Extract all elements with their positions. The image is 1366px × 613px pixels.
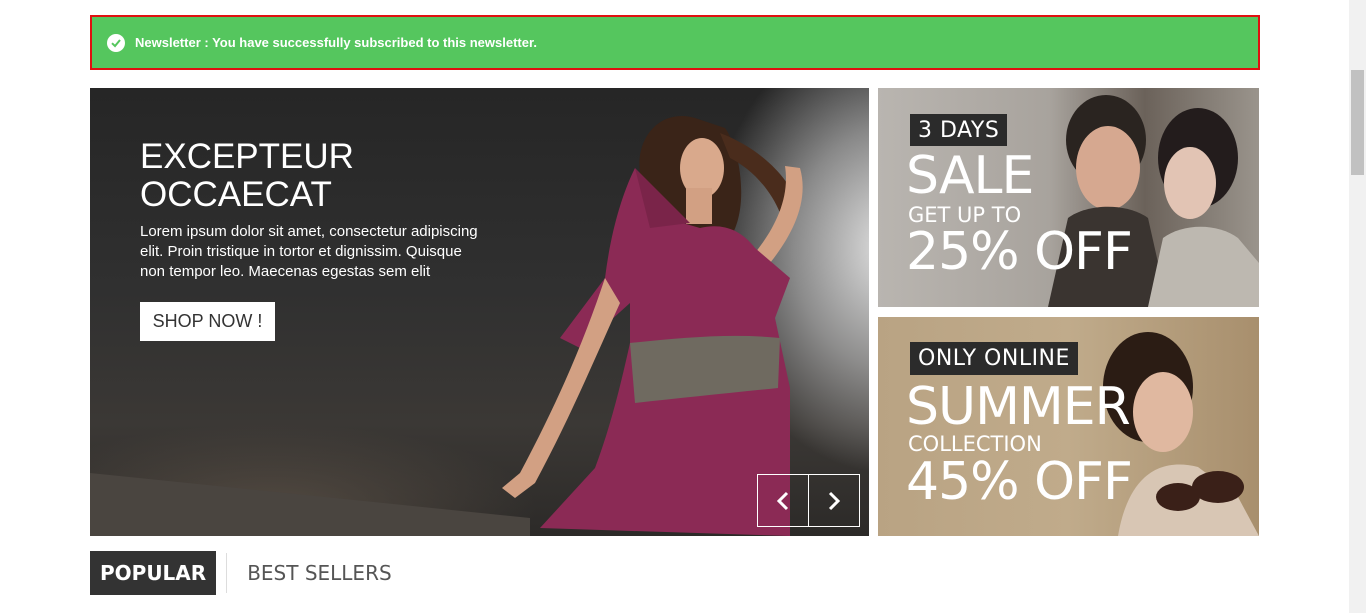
hero-slider[interactable]: EXCEPTEUR OCCAECAT Lorem ipsum dolor sit… <box>90 88 869 536</box>
sale-banner[interactable]: 3 DAYS SALE GET UP TO 25% OFF <box>878 88 1259 307</box>
chevron-left-icon <box>776 491 789 510</box>
shop-now-button[interactable]: SHOP NOW ! <box>140 302 275 341</box>
slide-description: Lorem ipsum dolor sit amet, consectetur … <box>140 223 478 280</box>
check-circle-icon <box>107 33 125 52</box>
sale-banner-offer: 25% OFF <box>906 222 1133 282</box>
slide-title: EXCEPTEUR OCCAECAT <box>140 137 354 214</box>
summer-banner-offer: 45% OFF <box>906 452 1133 512</box>
slider-nav <box>757 474 860 527</box>
summer-banner-tag: ONLY ONLINE <box>910 342 1078 375</box>
scrollbar-thumb[interactable] <box>1351 70 1364 175</box>
alert-message: Newsletter : You have successfully subsc… <box>135 35 537 50</box>
tab-best-sellers[interactable]: BEST SELLERS <box>227 551 411 595</box>
summer-banner[interactable]: ONLY ONLINE SUMMER COLLECTION 45% OFF <box>878 317 1259 536</box>
sale-banner-tag: 3 DAYS <box>910 114 1008 146</box>
summer-banner-headline: SUMMER <box>906 377 1131 437</box>
slider-next-button[interactable] <box>809 475 859 526</box>
page-scrollbar[interactable] <box>1349 0 1366 613</box>
newsletter-success-alert: Newsletter : You have successfully subsc… <box>90 15 1260 70</box>
tab-popular[interactable]: POPULAR <box>90 551 217 595</box>
chevron-right-icon <box>828 491 841 510</box>
sale-banner-headline: SALE <box>906 146 1034 206</box>
product-tabs: POPULAR BEST SELLERS <box>90 551 412 595</box>
slider-prev-button[interactable] <box>758 475 809 526</box>
